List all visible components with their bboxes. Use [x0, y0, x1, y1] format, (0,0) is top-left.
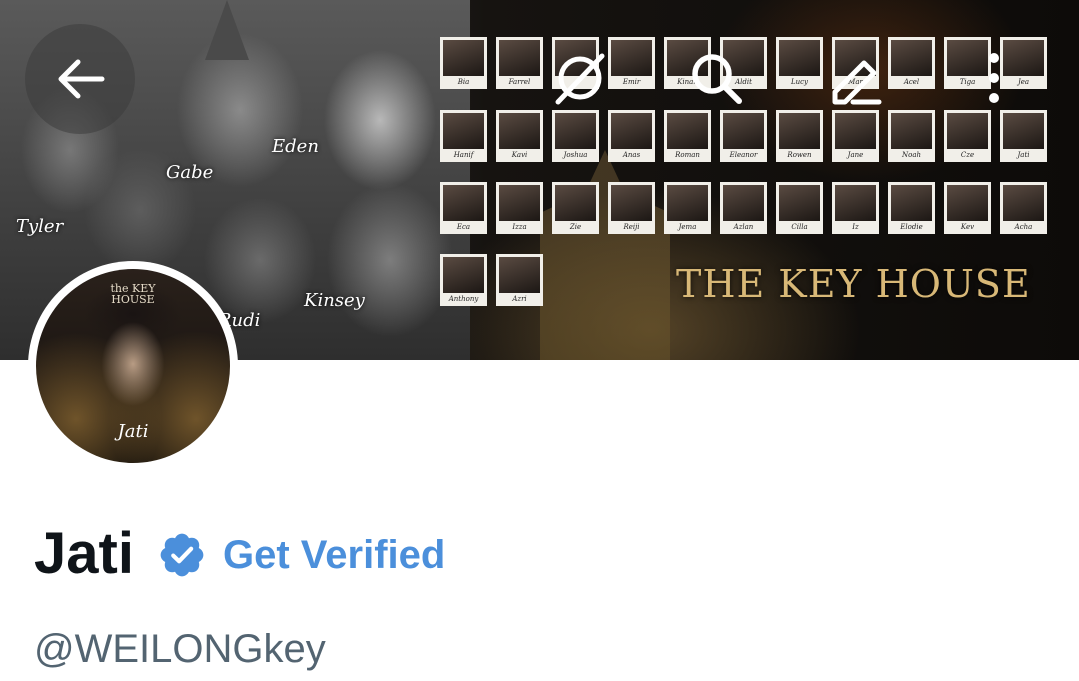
banner-title: THE KEY HOUSE	[676, 262, 1031, 306]
cast-card: Jema	[664, 182, 711, 234]
cast-card-name: Reiji	[623, 223, 640, 231]
cast-card-name: Cze	[960, 151, 975, 159]
cast-card-name: Bia	[457, 78, 470, 86]
cast-card: Bia	[440, 37, 487, 89]
cast-card-name: Izza	[512, 223, 527, 231]
cast-card-name: Kavi	[511, 151, 528, 159]
cast-card-name: Cilla	[791, 223, 808, 231]
cast-card: Hanif	[440, 110, 487, 162]
cast-card: Zie	[552, 182, 599, 234]
edit-icon	[832, 60, 882, 105]
avatar-image: the KEY HOUSE Jati	[36, 269, 230, 463]
cast-label: Kinsey	[304, 290, 365, 311]
hide-retweets-button[interactable]	[552, 50, 608, 106]
cast-card: Jati	[1000, 110, 1047, 162]
cast-card-name: Azri	[512, 295, 527, 303]
cast-card: Joshua	[552, 110, 599, 162]
display-name: Jati	[34, 521, 134, 586]
cast-card-name: Emir	[622, 78, 641, 86]
cast-card-name: Jati	[1017, 151, 1030, 159]
avatar-logo: the KEY HOUSE	[36, 283, 230, 305]
cast-card: Azlan	[720, 182, 767, 234]
cast-card-name: Azlan	[733, 223, 754, 231]
cast-card-name: Eleanor	[729, 151, 758, 159]
cast-card-name: Zie	[569, 223, 582, 231]
cast-card: Cilla	[776, 182, 823, 234]
cast-card: Iz	[832, 182, 879, 234]
cast-card-name: Farrel	[508, 78, 531, 86]
verified-badge-icon[interactable]	[157, 530, 207, 580]
profile-handle: @WEILONGkey	[34, 627, 326, 671]
cast-card-name: Joshua	[563, 151, 588, 159]
cast-card-name: Roman	[675, 151, 700, 159]
no-retweets-icon	[555, 53, 605, 105]
profile-avatar[interactable]: the KEY HOUSE Jati	[28, 261, 238, 471]
cast-card: Anthony	[440, 254, 487, 306]
cast-card: Cze	[944, 110, 991, 162]
cast-card-name: Lucy	[790, 78, 809, 86]
cast-card: Izza	[496, 182, 543, 234]
cast-label: Eden	[272, 136, 319, 157]
cast-card: Elodie	[888, 182, 935, 234]
get-verified-link[interactable]: Get Verified	[223, 530, 445, 580]
cast-card: Lucy	[776, 37, 823, 89]
avatar-name: Jati	[117, 421, 149, 442]
cast-card-name: Hanif	[453, 151, 474, 159]
cast-card-name: Eca	[456, 223, 471, 231]
more-options-button[interactable]	[966, 50, 1022, 106]
cast-grid-row: Anthony Azri	[440, 254, 543, 306]
arrow-left-icon	[58, 59, 105, 99]
cast-card: Emir	[608, 37, 655, 89]
cast-card: Kavi	[496, 110, 543, 162]
cast-card: Acha	[1000, 182, 1047, 234]
cast-grid-row: Hanif Kavi Joshua Anas Roman Eleanor Row…	[440, 110, 1047, 162]
cast-card: Anas	[608, 110, 655, 162]
cast-grid-row: Eca Izza Zie Reiji Jema Azlan Cilla Iz E…	[440, 182, 1047, 234]
cast-card-name: Rowen	[787, 151, 812, 159]
cast-card: Reiji	[608, 182, 655, 234]
cast-card: Farrel	[496, 37, 543, 89]
avatar-logo-bottom: HOUSE	[111, 293, 155, 306]
search-icon	[692, 54, 742, 104]
cast-card: Eleanor	[720, 110, 767, 162]
cast-card-name: Anas	[622, 151, 641, 159]
compose-button[interactable]	[826, 50, 882, 106]
cast-card: Eca	[440, 182, 487, 234]
cast-label: Gabe	[166, 162, 214, 183]
cast-card-name: Acha	[1014, 223, 1033, 231]
cast-card: Roman	[664, 110, 711, 162]
cast-card: Acel	[888, 37, 935, 89]
cast-card: Rowen	[776, 110, 823, 162]
cast-card-name: Kev	[960, 223, 975, 231]
cast-card-name: Anthony	[448, 295, 479, 303]
cast-card-name: Iz	[852, 223, 859, 231]
cast-card: Jane	[832, 110, 879, 162]
cast-card: Azri	[496, 254, 543, 306]
cast-card-name: Acel	[903, 78, 920, 86]
search-button[interactable]	[688, 50, 744, 106]
cast-card-name: Jema	[678, 223, 697, 231]
back-button[interactable]	[25, 24, 135, 134]
cast-card: Noah	[888, 110, 935, 162]
cast-card-name: Elodie	[900, 223, 923, 231]
cast-card-name: Noah	[901, 151, 922, 159]
cast-label: Tyler	[16, 216, 64, 237]
cast-card: Kev	[944, 182, 991, 234]
more-vertical-icon	[989, 53, 999, 103]
cast-card-name: Jane	[847, 151, 864, 159]
banner-castle-spire	[205, 0, 249, 60]
